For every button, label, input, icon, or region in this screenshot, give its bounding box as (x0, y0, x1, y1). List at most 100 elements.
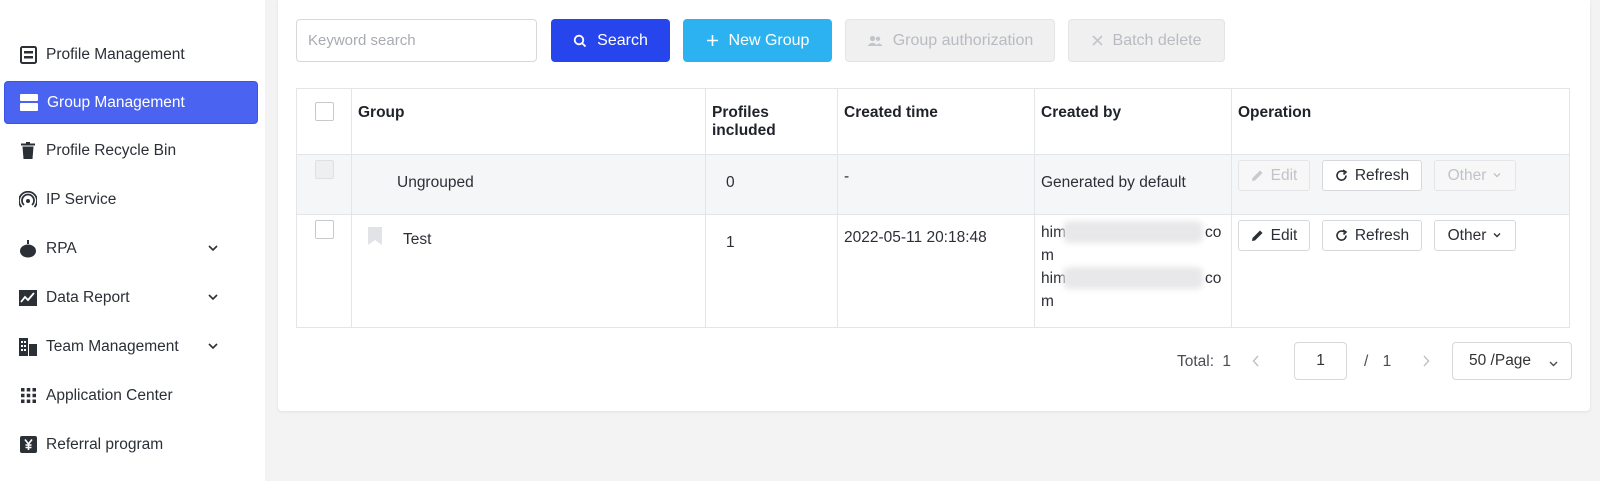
group-management-panel: Search New Group Group authorization Bat… (278, 0, 1590, 411)
groups-table: Group Profiles included Created time Cre… (296, 88, 1570, 328)
refresh-button[interactable]: Refresh (1322, 160, 1422, 191)
chevron-down-icon[interactable] (206, 241, 220, 255)
sidebar-item-label: IP Service (46, 190, 117, 208)
other-dropdown[interactable]: Other (1434, 220, 1516, 251)
team-building-icon (18, 337, 38, 357)
group-authorization-label: Group authorization (892, 31, 1034, 49)
header-profiles-included[interactable]: Profiles included (712, 104, 776, 140)
created-time: - (844, 168, 850, 185)
redacted-text (1063, 267, 1203, 289)
header-created-time[interactable]: Created time (844, 104, 938, 122)
created-by-line: m (1041, 247, 1054, 264)
edit-label: Edit (1270, 226, 1298, 244)
header-created-by[interactable]: Created by (1041, 104, 1121, 122)
refresh-icon (1335, 229, 1348, 242)
profiles-count: 0 (726, 174, 735, 191)
search-icon (573, 34, 587, 48)
search-button[interactable]: Search (551, 19, 670, 62)
ip-signal-icon (18, 190, 38, 210)
sidebar-item-rpa[interactable]: RPA (4, 227, 258, 270)
pagination-total: Total: 1 (1177, 353, 1231, 371)
profiles-count: 1 (726, 234, 735, 251)
other-dropdown[interactable]: Other (1434, 160, 1516, 191)
header-group[interactable]: Group (358, 104, 405, 122)
created-by-line: co (1205, 224, 1222, 241)
refresh-label: Refresh (1354, 226, 1410, 244)
row-checkbox (315, 160, 334, 179)
sidebar-item-group-management[interactable]: Group Management (4, 81, 258, 124)
header-operation: Operation (1238, 104, 1312, 121)
search-button-label: Search (597, 31, 648, 49)
select-all-checkbox[interactable] (315, 102, 334, 121)
users-icon (867, 35, 883, 47)
chevron-down-icon[interactable] (206, 290, 220, 304)
sidebar-item-label: RPA (46, 239, 77, 257)
grid-icon (18, 386, 38, 406)
chevron-down-icon[interactable] (206, 339, 220, 353)
page-count: / 1 (1364, 353, 1391, 371)
chevron-down-icon (1492, 167, 1502, 185)
sidebar-item-label: Profile Recycle Bin (46, 141, 177, 159)
yen-icon (18, 435, 38, 455)
pencil-icon (1251, 169, 1264, 182)
row-checkbox[interactable] (315, 220, 334, 239)
sidebar-item-label: Group Management (47, 93, 185, 111)
edit-button[interactable]: Edit (1238, 220, 1310, 251)
sidebar-item-data-report[interactable]: Data Report (4, 276, 258, 319)
page-size-label: 50 /Page (1469, 352, 1532, 369)
total-count: 1 (1222, 353, 1231, 370)
sidebar-item-label: Data Report (46, 288, 130, 306)
sidebar: Profile Management Group Management Prof… (0, 0, 265, 481)
sidebar-item-label: Team Management (46, 337, 179, 355)
refresh-button[interactable]: Refresh (1322, 220, 1422, 251)
edit-label: Edit (1270, 166, 1298, 184)
created-by-line: co (1205, 270, 1222, 287)
current-page-input[interactable]: 1 (1294, 342, 1347, 380)
total-label: Total: (1177, 353, 1215, 370)
chart-icon (18, 288, 38, 308)
created-by-line: m (1041, 293, 1054, 310)
created-time: 2022-05-11 20:18:48 (844, 229, 987, 246)
total-pages: 1 (1382, 353, 1392, 370)
sidebar-item-label: Application Center (46, 386, 173, 404)
sidebar-item-ip-service[interactable]: IP Service (4, 178, 258, 221)
plus-icon (706, 34, 719, 47)
trash-icon (18, 141, 38, 161)
sidebar-item-label: Referral program (46, 435, 164, 453)
sidebar-item-label: Profile Management (46, 45, 185, 63)
sidebar-item-team-management[interactable]: Team Management (4, 325, 258, 368)
sidebar-item-application-center[interactable]: Application Center (4, 374, 258, 417)
sidebar-item-profile-recycle-bin[interactable]: Profile Recycle Bin (4, 129, 258, 172)
batch-delete-button[interactable]: Batch delete (1068, 19, 1225, 62)
header-profiles-line2: included (712, 122, 776, 139)
page-size-select[interactable]: 50 /Page (1452, 342, 1572, 380)
chevron-down-icon (1492, 227, 1502, 245)
chevron-down-icon (1548, 356, 1559, 374)
chevron-left-icon[interactable] (1251, 354, 1261, 372)
group-name: Test (403, 231, 432, 248)
profile-icon (18, 45, 38, 65)
group-icon (19, 93, 39, 113)
sidebar-item-referral-program[interactable]: Referral program (4, 423, 258, 466)
new-group-button-label: New Group (728, 31, 810, 49)
other-label: Other (1447, 226, 1487, 244)
header-profiles-line1: Profiles (712, 104, 769, 121)
refresh-label: Refresh (1354, 166, 1410, 184)
pencil-icon (1251, 229, 1264, 242)
group-name: Ungrouped (397, 174, 474, 191)
close-icon (1091, 35, 1103, 46)
robot-icon (18, 239, 38, 259)
bookmark-icon (368, 227, 382, 249)
group-authorization-button[interactable]: Group authorization (845, 19, 1055, 62)
redacted-text (1063, 221, 1203, 243)
keyword-search-input[interactable] (296, 19, 537, 62)
edit-button[interactable]: Edit (1238, 160, 1310, 191)
chevron-right-icon[interactable] (1421, 354, 1431, 372)
page-separator: / (1364, 353, 1369, 370)
sidebar-item-profile-management[interactable]: Profile Management (4, 33, 258, 76)
batch-delete-label: Batch delete (1112, 31, 1202, 49)
created-by: Generated by default (1041, 174, 1186, 191)
other-label: Other (1447, 166, 1487, 184)
new-group-button[interactable]: New Group (683, 19, 832, 62)
refresh-icon (1335, 169, 1348, 182)
